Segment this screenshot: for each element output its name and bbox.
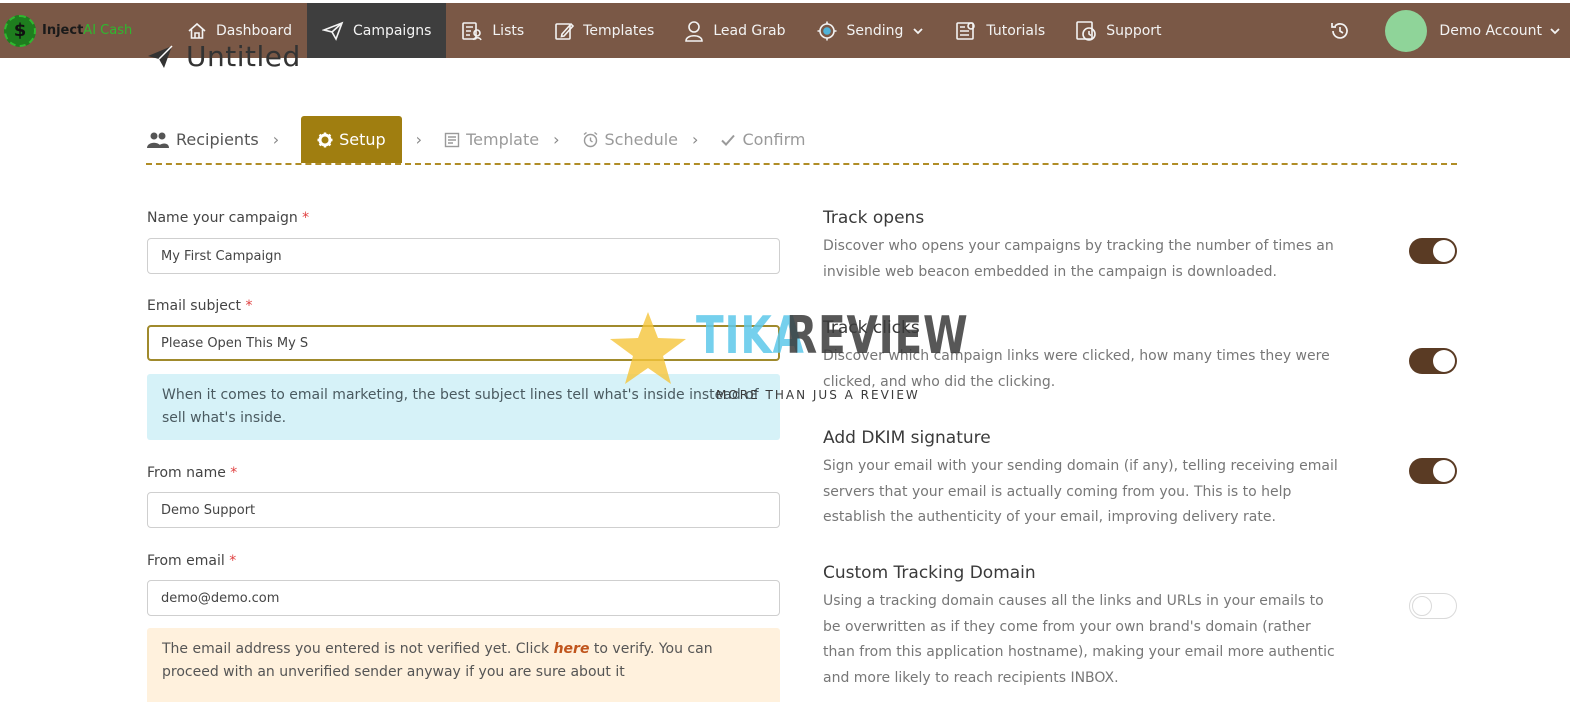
email-subject-input[interactable] (147, 325, 780, 361)
nav-item-label: Lead Grab (713, 22, 786, 39)
verify-link[interactable]: here (554, 641, 590, 657)
required-mark: * (302, 210, 310, 226)
dollar-logo-icon: $ (4, 14, 36, 47)
unverified-email-alert: The email address you entered is not ver… (147, 628, 780, 702)
nav-item-lists[interactable]: Lists (446, 3, 539, 58)
step-label: Schedule (604, 130, 679, 149)
nav-item-label: Lists (492, 22, 525, 39)
email-subject-label: Email subject * (147, 298, 253, 314)
custom-tracking-domain-toggle[interactable] (1409, 593, 1457, 619)
step-recipients[interactable]: Recipients (146, 116, 259, 163)
required-mark: * (229, 553, 237, 569)
from-name-label: From name * (147, 465, 237, 481)
setting-title: Add DKIM signature (823, 428, 991, 448)
setting-title: Track opens (823, 208, 925, 228)
chevron-down-icon (913, 27, 924, 34)
template-icon (444, 132, 460, 147)
brand-name-part1: Inject (42, 23, 84, 38)
nav-item-tutorials[interactable]: Tutorials (940, 3, 1060, 58)
setting-track-clicks: Track clicks Discover which campaign lin… (823, 318, 1463, 395)
nav-item-support[interactable]: Support (1060, 3, 1176, 58)
brand-name: InjectAI Cash (42, 23, 132, 38)
nav-item-sending[interactable]: Sending (801, 3, 941, 58)
from-name-input[interactable] (147, 492, 780, 528)
from-email-input[interactable] (147, 580, 780, 616)
setting-dkim-signature: Add DKIM signature Sign your email with … (823, 428, 1463, 531)
alarm-clock-icon (583, 131, 597, 148)
nav-item-label: Campaigns (352, 22, 432, 39)
required-mark: * (230, 465, 238, 481)
subject-tip-alert: When it comes to email marketing, the be… (147, 374, 780, 440)
from-email-label: From email * (147, 553, 236, 569)
nav-item-templates[interactable]: Templates (539, 3, 669, 58)
support-icon (1076, 20, 1096, 41)
paper-plane-icon (148, 44, 173, 68)
setting-custom-tracking-domain: Custom Tracking Domain Using a tracking … (823, 563, 1463, 691)
step-separator: › (272, 130, 280, 149)
nav-item-label: Tutorials (986, 22, 1046, 39)
step-separator: › (415, 130, 423, 149)
step-separator: › (553, 130, 560, 149)
step-confirm[interactable]: Confirm (720, 116, 806, 163)
label-text: Name your campaign (147, 210, 298, 226)
chevron-down-icon[interactable] (1548, 24, 1562, 38)
avatar[interactable] (1385, 9, 1428, 52)
tutorials-icon (956, 21, 976, 40)
list-icon (462, 21, 483, 40)
campaign-name-label: Name your campaign * (147, 210, 309, 226)
setting-track-opens: Track opens Discover who opens your camp… (823, 208, 1463, 285)
nav-right: Demo Account (1329, 3, 1570, 58)
user-icon (685, 20, 704, 42)
brand-name-part2: AI Cash (83, 23, 133, 38)
paper-plane-icon (321, 21, 344, 41)
campaign-name-input[interactable] (147, 238, 780, 274)
track-clicks-toggle[interactable] (1409, 348, 1457, 374)
nav-item-label: Templates (583, 22, 655, 39)
gear-icon (317, 132, 333, 147)
alert-text-before: The email address you entered is not ver… (162, 641, 550, 657)
campaign-wizard-steps: Recipients › Setup › Template › Schedule… (146, 116, 1457, 165)
history-icon[interactable] (1329, 20, 1351, 42)
step-label: Confirm (742, 130, 806, 149)
step-separator: › (692, 130, 699, 149)
step-label: Recipients (176, 130, 259, 149)
check-icon (721, 134, 736, 146)
setting-title: Custom Tracking Domain (823, 563, 1036, 583)
setting-title: Track clicks (823, 318, 920, 338)
label-text: Email subject (147, 298, 242, 314)
setting-description: Using a tracking domain causes all the l… (823, 593, 1335, 686)
page-title-text: Untitled (186, 40, 301, 73)
page-title: Untitled (146, 40, 301, 73)
account-name[interactable]: Demo Account (1439, 23, 1542, 39)
nav-item-lead-grab[interactable]: Lead Grab (669, 3, 800, 58)
edit-icon (555, 22, 575, 40)
home-icon (188, 22, 206, 39)
step-schedule[interactable]: Schedule (582, 116, 679, 163)
track-opens-toggle[interactable] (1409, 238, 1457, 264)
step-label: Template (466, 130, 540, 149)
nav-item-label: Sending (846, 22, 904, 39)
step-label: Setup (339, 130, 386, 149)
setting-description: Discover who opens your campaigns by tra… (823, 238, 1334, 280)
nav-item-campaigns[interactable]: Campaigns (306, 3, 447, 58)
step-template[interactable]: Template (444, 116, 539, 163)
setting-description: Sign your email with your sending domain… (823, 458, 1338, 525)
users-icon (147, 132, 169, 148)
label-text: From name (147, 465, 226, 481)
setting-description: Discover which campaign links were click… (823, 348, 1330, 390)
gear-icon (817, 21, 836, 40)
required-mark: * (245, 298, 253, 314)
step-setup[interactable]: Setup (301, 116, 402, 163)
label-text: From email (147, 553, 225, 569)
dkim-signature-toggle[interactable] (1409, 458, 1457, 484)
nav-item-label: Support (1106, 22, 1162, 39)
nav-item-label: Dashboard (216, 22, 292, 39)
